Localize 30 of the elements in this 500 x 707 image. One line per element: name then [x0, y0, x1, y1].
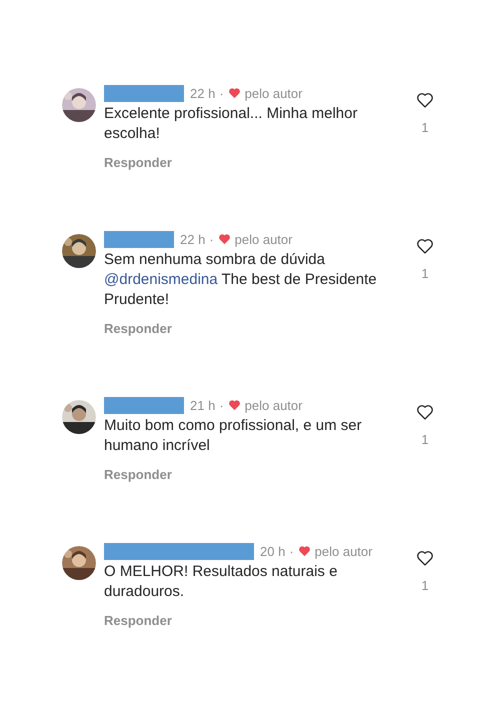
- like-heart-icon[interactable]: [416, 550, 434, 566]
- redaction-bar: [104, 230, 174, 248]
- reply-button[interactable]: Responder: [104, 613, 172, 628]
- like-count: 1: [421, 266, 429, 281]
- author-like-label: pelo autor: [244, 86, 302, 100]
- author-like-label: pelo autor: [234, 232, 292, 246]
- like-count: 1: [421, 432, 429, 447]
- like-count: 1: [421, 120, 429, 135]
- author-like-label: pelo autor: [314, 544, 372, 558]
- separator: ·: [219, 398, 224, 412]
- comment-text: Excelente profissional... Minha melhor escolha!: [104, 104, 358, 144]
- mention-link[interactable]: @drdenismedina: [104, 271, 218, 288]
- like-heart-icon[interactable]: [416, 238, 434, 254]
- comment-text: O MELHOR! Resultados naturais e duradouros.: [104, 562, 338, 602]
- author-like-label: pelo autor: [244, 398, 302, 412]
- separator: ·: [219, 86, 224, 100]
- comment-text: Sem nenhuma sombra de dúvida @drdenismedina The best de Presidente Prudente!: [104, 250, 378, 310]
- comment-time: 22 h: [180, 232, 206, 246]
- comment-time: 20 h: [260, 544, 286, 558]
- comment-text: Muito bom como profissional, e um ser humano incrível: [104, 416, 363, 456]
- reply-button[interactable]: Responder: [104, 155, 172, 170]
- comment-time: 22 h: [190, 86, 216, 100]
- separator: ·: [289, 544, 294, 558]
- like-count: 1: [421, 578, 429, 593]
- reply-button[interactable]: Responder: [104, 467, 172, 482]
- like-heart-icon[interactable]: [416, 404, 434, 420]
- comment-time: 21 h: [190, 398, 216, 412]
- reply-button[interactable]: Responder: [104, 321, 172, 336]
- like-heart-icon[interactable]: [416, 92, 434, 108]
- separator: ·: [209, 232, 214, 246]
